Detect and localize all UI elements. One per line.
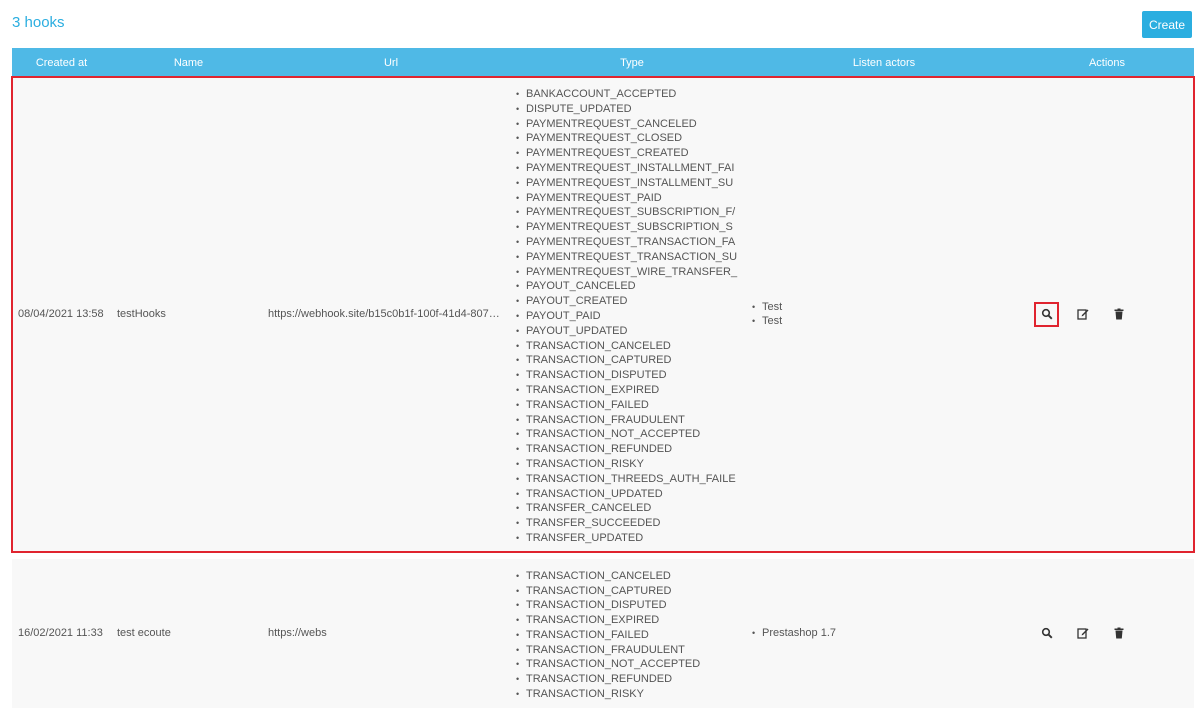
list-item: TRANSACTION_THREEDS_AUTH_FAILE bbox=[516, 472, 748, 487]
list-item: TRANSACTION_REFUNDED bbox=[516, 672, 748, 687]
list-item: PAYMENTREQUEST_CREATED bbox=[516, 146, 748, 161]
list-item: TRANSFER_SUCCEEDED bbox=[516, 516, 748, 531]
column-header-url[interactable]: Url bbox=[266, 48, 516, 77]
table-row: 16/02/2021 11:33 test ecoute https://web… bbox=[12, 558, 1194, 708]
trash-icon bbox=[1114, 308, 1123, 320]
list-item: PAYMENTREQUEST_PAID bbox=[516, 191, 748, 206]
list-item: PAYMENTREQUEST_CANCELED bbox=[516, 117, 748, 132]
view-button[interactable] bbox=[1034, 301, 1059, 327]
list-item: PAYMENTREQUEST_SUBSCRIPTION_S bbox=[516, 220, 748, 235]
row-spacer bbox=[12, 551, 1194, 559]
edit-icon bbox=[1076, 309, 1088, 320]
column-header-created-at[interactable]: Created at bbox=[12, 48, 111, 77]
edit-button[interactable] bbox=[1070, 621, 1095, 646]
list-item: PAYOUT_UPDATED bbox=[516, 324, 748, 339]
type-list: TRANSACTION_CANCELEDTRANSACTION_CAPTURED… bbox=[516, 559, 748, 708]
list-item: Prestashop 1.7 bbox=[752, 626, 1020, 641]
table-header-row: Created at Name Url Type Listen actors A… bbox=[12, 48, 1194, 77]
list-item: TRANSFER_UPDATED bbox=[516, 531, 748, 546]
list-item: PAYMENTREQUEST_TRANSACTION_FA bbox=[516, 235, 748, 250]
list-item: TRANSACTION_FAILED bbox=[516, 398, 748, 413]
actor-list: Prestashop 1.7 bbox=[748, 626, 1020, 641]
list-item: PAYOUT_CANCELED bbox=[516, 279, 748, 294]
list-item: PAYMENTREQUEST_WIRE_TRANSFER_ bbox=[516, 265, 748, 280]
trash-icon bbox=[1114, 627, 1123, 639]
list-item: PAYMENTREQUEST_INSTALLMENT_FAI bbox=[516, 161, 748, 176]
list-item: TRANSACTION_FRAUDULENT bbox=[516, 643, 748, 658]
delete-button[interactable] bbox=[1106, 621, 1131, 646]
actor-list: TestTest bbox=[748, 300, 1020, 330]
name-cell: testHooks bbox=[111, 77, 266, 552]
list-item: PAYOUT_PAID bbox=[516, 309, 748, 324]
list-item: TRANSACTION_REFUNDED bbox=[516, 442, 748, 457]
created-at-cell: 16/02/2021 11:33 bbox=[12, 558, 111, 708]
list-item: TRANSACTION_EXPIRED bbox=[516, 383, 748, 398]
list-item: TRANSACTION_CAPTURED bbox=[516, 353, 748, 368]
name-cell: test ecoute bbox=[111, 558, 266, 708]
listen-actors-cell: TestTest bbox=[748, 77, 1020, 552]
list-item: TRANSACTION_EXPIRED bbox=[516, 613, 748, 628]
list-item: TRANSFER_CANCELED bbox=[516, 501, 748, 516]
search-icon bbox=[1041, 628, 1052, 639]
create-button[interactable]: Create bbox=[1142, 11, 1192, 38]
list-item: TRANSACTION_UPDATED bbox=[516, 487, 748, 502]
list-item: TRANSACTION_FAILED bbox=[516, 628, 748, 643]
table-row: 08/04/2021 13:58 testHooks https://webho… bbox=[11, 76, 1195, 553]
view-button[interactable] bbox=[1034, 621, 1059, 646]
list-item: TRANSACTION_CANCELED bbox=[516, 569, 748, 584]
list-item: TRANSACTION_FRAUDULENT bbox=[516, 413, 748, 428]
page-title: 3 hooks bbox=[12, 14, 65, 31]
list-item: PAYMENTREQUEST_INSTALLMENT_SU bbox=[516, 176, 748, 191]
delete-button[interactable] bbox=[1106, 302, 1131, 327]
column-header-actions: Actions bbox=[1020, 48, 1194, 77]
type-cell: BANKACCOUNT_ACCEPTEDDISPUTE_UPDATEDPAYME… bbox=[516, 77, 748, 552]
list-item: PAYMENTREQUEST_SUBSCRIPTION_F/ bbox=[516, 205, 748, 220]
list-item: TRANSACTION_NOT_ACCEPTED bbox=[516, 657, 748, 672]
list-item: PAYOUT_CREATED bbox=[516, 294, 748, 309]
list-item: PAYMENTREQUEST_TRANSACTION_SU bbox=[516, 250, 748, 265]
list-item: DISPUTE_UPDATED bbox=[516, 102, 748, 117]
edit-icon bbox=[1076, 628, 1088, 639]
actions-cell bbox=[1020, 558, 1194, 708]
list-item: PAYMENTREQUEST_CLOSED bbox=[516, 131, 748, 146]
list-item: TRANSACTION_NOT_ACCEPTED bbox=[516, 427, 748, 442]
column-header-type[interactable]: Type bbox=[516, 48, 748, 77]
edit-button[interactable] bbox=[1070, 302, 1095, 327]
created-at-cell: 08/04/2021 13:58 bbox=[12, 77, 111, 552]
list-item: TRANSACTION_RISKY bbox=[516, 457, 748, 472]
type-cell: TRANSACTION_CANCELEDTRANSACTION_CAPTURED… bbox=[516, 558, 748, 708]
list-item: Test bbox=[752, 314, 1020, 329]
url-cell: https://webhook.site/b15c0b1f-100f-41d4-… bbox=[266, 77, 516, 552]
hooks-table: Created at Name Url Type Listen actors A… bbox=[11, 48, 1195, 708]
list-item: TRANSACTION_RISKY bbox=[516, 687, 748, 702]
list-item: TRANSACTION_CANCELED bbox=[516, 339, 748, 354]
list-item: TRANSACTION_DISPUTED bbox=[516, 368, 748, 383]
column-header-listen-actors[interactable]: Listen actors bbox=[748, 48, 1020, 77]
list-item: Test bbox=[752, 300, 1020, 315]
listen-actors-cell: Prestashop 1.7 bbox=[748, 558, 1020, 708]
type-list: BANKACCOUNT_ACCEPTEDDISPUTE_UPDATEDPAYME… bbox=[516, 77, 748, 552]
list-item: TRANSACTION_DISPUTED bbox=[516, 598, 748, 613]
actions-cell bbox=[1020, 77, 1194, 552]
list-item: BANKACCOUNT_ACCEPTED bbox=[516, 87, 748, 102]
column-header-name[interactable]: Name bbox=[111, 48, 266, 77]
list-item: TRANSACTION_CAPTURED bbox=[516, 584, 748, 599]
url-cell: https://webs bbox=[266, 558, 516, 708]
search-icon bbox=[1041, 309, 1052, 320]
